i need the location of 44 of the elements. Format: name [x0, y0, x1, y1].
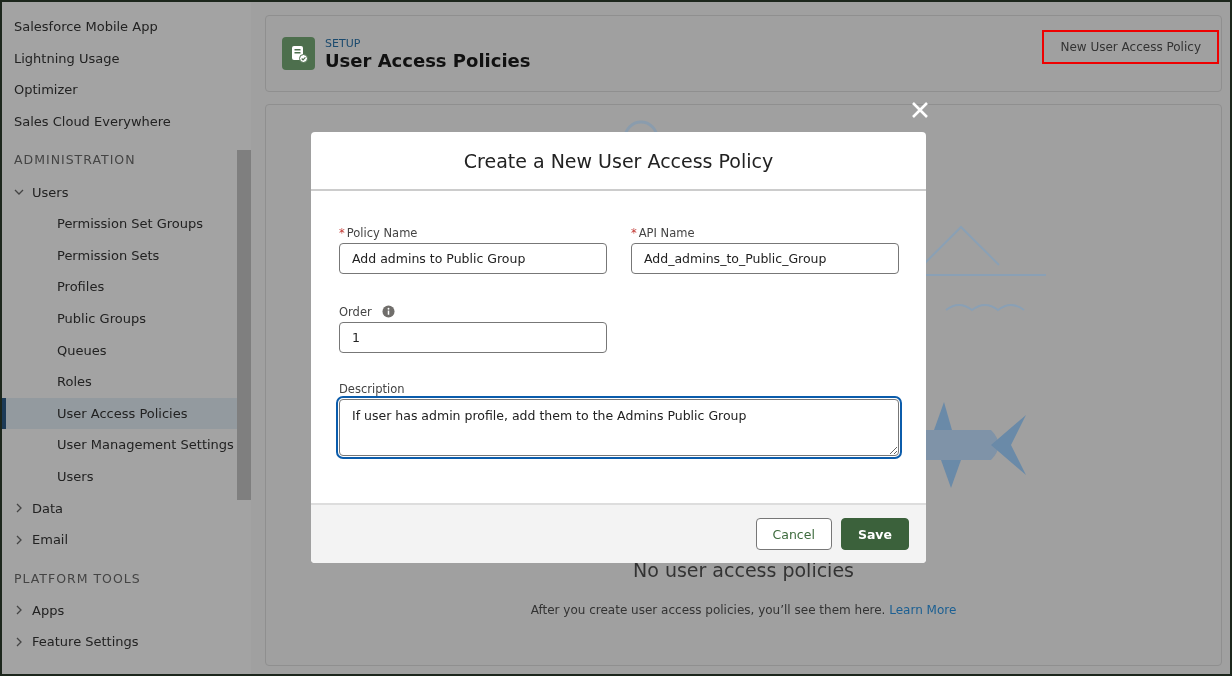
sidebar-item[interactable]: Roles [2, 365, 237, 398]
sidebar-group[interactable]: Apps [2, 594, 237, 627]
chevron-icon [14, 534, 24, 545]
chevron-icon [14, 605, 24, 616]
sidebar-item[interactable]: Profiles [2, 271, 237, 303]
section-heading: ADMINISTRATION [13, 151, 137, 170]
input-field[interactable]: 1 [339, 322, 607, 353]
sidebar-item[interactable]: Permission Set Groups [2, 207, 237, 240]
input-field[interactable]: Add admins to Public Group [339, 243, 607, 274]
sidebar-group[interactable]: Data [2, 492, 237, 524]
save-button[interactable]: Save [840, 518, 909, 550]
policy-icon [282, 37, 315, 70]
description-field[interactable]: If user has admin profile, add them to the Admins Public Group [339, 399, 899, 456]
cancel-button[interactable]: Cancel [755, 518, 832, 550]
modal-title: Create a New User Access Policy [463, 149, 774, 172]
sidebar-item[interactable]: Queues [2, 334, 237, 366]
sidebar-item[interactable]: User Access Policies [2, 397, 237, 430]
empty-state-text: After you create user access policies, you’ll see them here. Learn More [529, 603, 958, 617]
sidebar-item[interactable]: User Management Settings [2, 429, 237, 461]
field-label: API Name [638, 225, 695, 240]
required-marker: * [631, 225, 637, 240]
sidebar-item[interactable]: Permission Sets [2, 239, 237, 272]
breadcrumb-link[interactable]: SETUP [325, 36, 1033, 50]
sidebar-item[interactable]: Optimizer [2, 74, 237, 106]
required-marker: * [339, 225, 345, 240]
sidebar-group[interactable]: Users [2, 176, 237, 208]
field-label: Description [339, 381, 405, 396]
page-title: User Access Policies [325, 49, 532, 71]
sidebar-item[interactable]: Lightning Usage [2, 42, 237, 75]
sidebar-item[interactable]: Public Groups [2, 302, 237, 335]
sidebar-item[interactable]: Users [2, 460, 237, 493]
sidebar-item[interactable]: Sales Cloud Everywhere [2, 105, 237, 138]
chevron-icon [14, 503, 24, 514]
chevron-icon [14, 636, 24, 647]
input-field[interactable]: Add_admins_to_Public_Group [631, 243, 899, 274]
field-label: Order [339, 304, 372, 319]
sidebar-group[interactable]: Feature Settings [2, 626, 237, 658]
new-policy-button[interactable]: New User Access Policy [1042, 30, 1219, 64]
field-label: Policy Name [346, 225, 418, 240]
sidebar-item[interactable]: Salesforce Mobile App [2, 11, 237, 43]
info-icon[interactable] [381, 305, 395, 318]
empty-state-title: No user access policies [632, 559, 855, 581]
section-heading: PLATFORM TOOLS [13, 569, 142, 588]
sidebar-group[interactable]: Email [2, 523, 237, 556]
